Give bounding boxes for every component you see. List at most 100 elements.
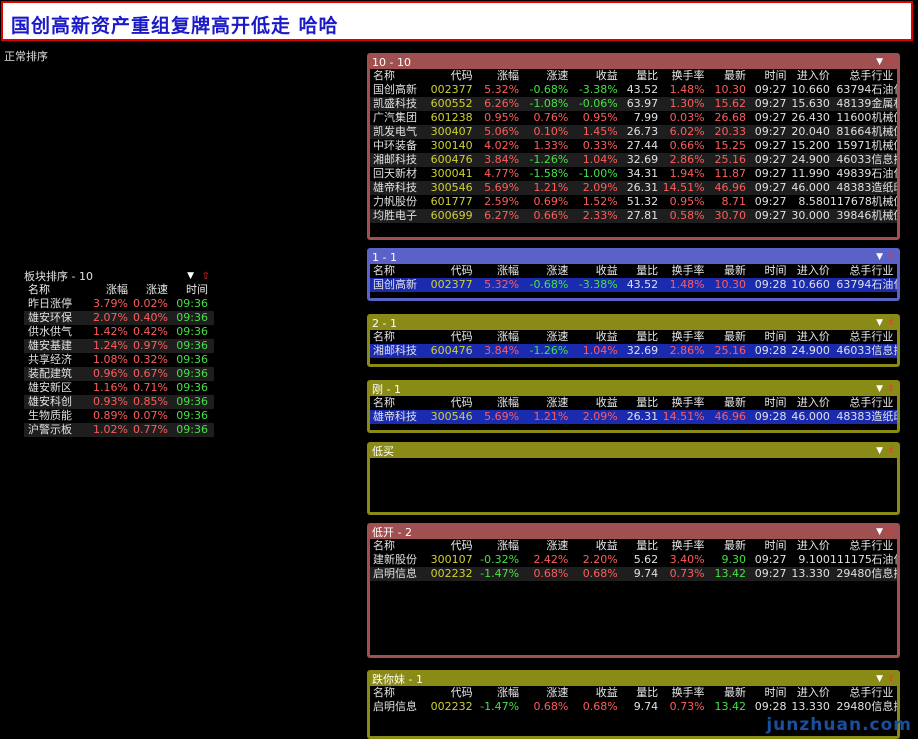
col-ret[interactable]: 收益: [568, 686, 618, 700]
col-ind[interactable]: 行业: [871, 396, 897, 410]
col-vol[interactable]: 总手: [830, 539, 871, 553]
sector-row[interactable]: 生物质能 0.89% 0.07% 09:36: [24, 409, 214, 423]
dropdown-icon[interactable]: ▼: [876, 526, 883, 539]
col-chg[interactable]: 涨幅: [473, 539, 519, 553]
col-ind[interactable]: 行业: [871, 330, 897, 344]
col-ind[interactable]: 行业: [871, 539, 897, 553]
col-ind[interactable]: 行业: [871, 69, 897, 83]
col-name[interactable]: 名称: [370, 69, 427, 83]
col-ind[interactable]: 行业: [871, 686, 897, 700]
up-arrow-icon[interactable]: ⇧: [887, 317, 895, 330]
table-row[interactable]: 广汽集团 601238 0.95% 0.76% 0.95% 7.99 0.03% 26.68 0…: [370, 111, 897, 125]
table-row[interactable]: 凯盛科技 600552 6.26% -1.08% -0.06% 63.97 1.30% 15.…: [370, 97, 897, 111]
up-arrow-icon[interactable]: ⇧: [202, 270, 210, 283]
sector-row[interactable]: 沪警示板 1.02% 0.77% 09:36: [24, 423, 214, 437]
col-entry[interactable]: 进入价: [786, 539, 830, 553]
col-name[interactable]: 名称: [370, 686, 427, 700]
table-row[interactable]: 凯发电气 300407 5.06% 0.10% 1.45% 26.73 6.02% 20.33…: [370, 125, 897, 139]
col-vol[interactable]: 总手: [830, 330, 871, 344]
table-row[interactable]: 启明信息 002232 -1.47% 0.68% 0.68% 9.74 0.73% 13.42…: [370, 700, 897, 714]
col-code[interactable]: 代码: [427, 539, 473, 553]
col-turn[interactable]: 换手率: [658, 69, 705, 83]
up-arrow-icon[interactable]: ⇧: [887, 445, 895, 458]
col-vol[interactable]: 总手: [830, 396, 871, 410]
col-time[interactable]: 时间: [746, 330, 786, 344]
col-chg[interactable]: 涨幅: [473, 396, 519, 410]
col-entry[interactable]: 进入价: [786, 396, 830, 410]
table-row[interactable]: 启明信息 002232 -1.47% 0.68% 0.68% 9.74 0.73% 13.42…: [370, 567, 897, 581]
col-ind[interactable]: 行业: [871, 264, 897, 278]
col-last[interactable]: 最新: [705, 264, 746, 278]
col-speed[interactable]: 涨速: [519, 686, 568, 700]
col-time[interactable]: 时间: [746, 264, 786, 278]
col-entry[interactable]: 进入价: [786, 686, 830, 700]
sector-col-name[interactable]: 名称: [24, 283, 88, 297]
sector-row[interactable]: 雄安基建 1.24% 0.97% 09:36: [24, 339, 214, 353]
sector-row[interactable]: 装配建筑 0.96% 0.67% 09:36: [24, 367, 214, 381]
col-code[interactable]: 代码: [427, 686, 473, 700]
dropdown-icon[interactable]: ▼: [876, 317, 883, 330]
col-last[interactable]: 最新: [705, 686, 746, 700]
col-ret[interactable]: 收益: [568, 396, 618, 410]
table-row[interactable]: 中环装备 300140 4.02% 1.33% 0.33% 27.44 0.66% 15.25…: [370, 139, 897, 153]
sector-row[interactable]: 雄安环保 2.07% 0.40% 09:36: [24, 311, 214, 325]
col-chg[interactable]: 涨幅: [473, 686, 519, 700]
dropdown-icon[interactable]: ▼: [876, 673, 883, 686]
dropdown-icon[interactable]: ▼: [876, 56, 883, 69]
col-last[interactable]: 最新: [705, 396, 746, 410]
col-chg[interactable]: 涨幅: [473, 69, 519, 83]
col-vol[interactable]: 总手: [830, 686, 871, 700]
up-arrow-icon[interactable]: ⇧: [887, 56, 895, 69]
col-last[interactable]: 最新: [705, 539, 746, 553]
table-row[interactable]: 湘邮科技 600476 3.84% -1.26% 1.04% 32.69 2.86% 25.1…: [370, 153, 897, 167]
col-code[interactable]: 代码: [427, 264, 473, 278]
sector-row[interactable]: 雄安科创 0.93% 0.85% 09:36: [24, 395, 214, 409]
col-name[interactable]: 名称: [370, 330, 427, 344]
sector-row[interactable]: 共享经济 1.08% 0.32% 09:36: [24, 353, 214, 367]
table-row[interactable]: 湘邮科技 600476 3.84% -1.26% 1.04% 32.69 2.86% 25.1…: [370, 344, 897, 358]
col-time[interactable]: 时间: [746, 69, 786, 83]
sector-col-speed[interactable]: 涨速: [128, 283, 168, 297]
col-ret[interactable]: 收益: [568, 69, 618, 83]
up-arrow-icon[interactable]: ⇧: [887, 526, 895, 539]
col-name[interactable]: 名称: [370, 396, 427, 410]
table-row[interactable]: 回天新材 300041 4.77% -1.58% -1.00% 34.31 1.94% 11.…: [370, 167, 897, 181]
col-ret[interactable]: 收益: [568, 264, 618, 278]
col-speed[interactable]: 涨速: [519, 69, 568, 83]
col-speed[interactable]: 涨速: [519, 330, 568, 344]
dropdown-icon[interactable]: ▼: [876, 445, 883, 458]
col-turn[interactable]: 换手率: [658, 264, 705, 278]
table-row[interactable]: 雄帝科技 300546 5.69% 1.21% 2.09% 26.31 14.51% 46.9…: [370, 410, 897, 424]
col-vr[interactable]: 量比: [618, 396, 658, 410]
table-row[interactable]: 力帆股份 601777 2.59% 0.69% 1.52% 51.32 0.95% 8.71 0…: [370, 195, 897, 209]
col-turn[interactable]: 换手率: [658, 330, 705, 344]
col-time[interactable]: 时间: [746, 539, 786, 553]
col-turn[interactable]: 换手率: [658, 396, 705, 410]
table-row[interactable]: 均胜电子 600699 6.27% 0.66% 2.33% 27.81 0.58% 30.70…: [370, 209, 897, 223]
sector-row[interactable]: 昨日涨停 3.79% 0.02% 09:36: [24, 297, 214, 311]
col-entry[interactable]: 进入价: [786, 264, 830, 278]
col-vr[interactable]: 量比: [618, 539, 658, 553]
col-vr[interactable]: 量比: [618, 69, 658, 83]
col-time[interactable]: 时间: [746, 686, 786, 700]
dropdown-icon[interactable]: ▼: [876, 383, 883, 396]
table-row[interactable]: 雄帝科技 300546 5.69% 1.21% 2.09% 26.31 14.51% 46.9…: [370, 181, 897, 195]
col-name[interactable]: 名称: [370, 264, 427, 278]
col-vr[interactable]: 量比: [618, 686, 658, 700]
col-turn[interactable]: 换手率: [658, 539, 705, 553]
sector-row[interactable]: 雄安新区 1.16% 0.71% 09:36: [24, 381, 214, 395]
col-vol[interactable]: 总手: [830, 69, 871, 83]
col-speed[interactable]: 涨速: [519, 539, 568, 553]
col-last[interactable]: 最新: [705, 69, 746, 83]
col-entry[interactable]: 进入价: [786, 69, 830, 83]
col-ret[interactable]: 收益: [568, 330, 618, 344]
table-row[interactable]: 建新股份 300107 -0.32% 2.42% 2.20% 5.62 3.40% 9.30 0…: [370, 553, 897, 567]
table-row[interactable]: 国创高新 002377 5.32% -0.68% -3.38% 43.52 1.48% 10.…: [370, 278, 897, 292]
col-code[interactable]: 代码: [427, 330, 473, 344]
col-chg[interactable]: 涨幅: [473, 330, 519, 344]
col-speed[interactable]: 涨速: [519, 396, 568, 410]
col-code[interactable]: 代码: [427, 69, 473, 83]
col-speed[interactable]: 涨速: [519, 264, 568, 278]
sector-col-chg[interactable]: 涨幅: [88, 283, 128, 297]
up-arrow-icon[interactable]: ⇧: [887, 673, 895, 686]
